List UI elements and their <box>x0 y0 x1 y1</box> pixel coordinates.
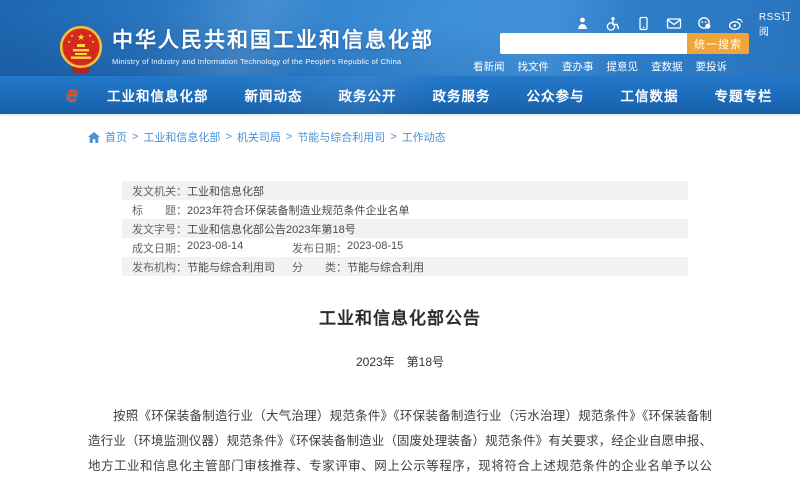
site-brand: 中华人民共和国工业和信息化部 Ministry of Industry and … <box>112 29 434 66</box>
breadcrumb-miit[interactable]: 工业和信息化部 <box>143 129 220 145</box>
meta-value: 节能与综合利用 <box>347 259 424 275</box>
site-header: ★ ★ ★ ★ ★ 中华人民共和国工业和信息化部 Ministry of Ind… <box>0 0 800 76</box>
meta-row-publisher: 发布机构： 节能与综合利用司 分 类： 节能与综合利用 <box>122 257 688 276</box>
breadcrumb-separator: > <box>390 131 396 143</box>
meta-value: 工业和信息化部 <box>187 183 264 199</box>
article-doc-number: 2023年 第18号 <box>0 353 800 370</box>
meta-label: 发文机关： <box>132 183 187 199</box>
quick-link-data[interactable]: 查数据 <box>651 59 683 74</box>
wechat-icon[interactable] <box>697 15 713 31</box>
nav-item-topics[interactable]: 专题专栏 <box>715 89 773 104</box>
meta-label: 发布机构： <box>132 259 187 275</box>
nav-item-miit[interactable]: 工业和信息化部 <box>107 89 209 104</box>
meta-label: 发文字号： <box>132 221 187 237</box>
breadcrumb-work-updates[interactable]: 工作动态 <box>402 129 446 145</box>
svg-text:★: ★ <box>77 32 85 42</box>
quick-link-documents[interactable]: 找文件 <box>518 59 550 74</box>
breadcrumb: 首页 > 工业和信息化部 > 机关司局 > 节能与综合利用司 > 工作动态 <box>88 129 800 145</box>
quick-link-feedback[interactable]: 提意见 <box>607 59 639 74</box>
meta-value: 工业和信息化部公告2023年第18号 <box>187 221 356 237</box>
unified-search-button[interactable]: 统一搜索 <box>687 33 749 54</box>
breadcrumb-separator: > <box>225 131 231 143</box>
nav-item-data[interactable]: 工信数据 <box>621 89 679 104</box>
meta-row-dates: 成文日期： 2023-08-14 发布日期： 2023-08-15 <box>122 238 688 257</box>
article-body: 按照《环保装备制造行业（大气治理）规范条件》《环保装备制造行业（污水治理）规范条… <box>88 404 712 482</box>
svg-text:★: ★ <box>70 33 74 38</box>
elder-mode-icon[interactable] <box>575 15 590 31</box>
mail-icon[interactable] <box>666 15 682 31</box>
svg-text:★: ★ <box>91 39 95 44</box>
meta-value: 2023年符合环保装备制造业规范条件企业名单 <box>187 202 409 218</box>
home-icon <box>88 132 100 143</box>
national-emblem-icon: ★ ★ ★ ★ ★ <box>59 25 103 80</box>
weibo-icon[interactable] <box>728 15 744 31</box>
nav-menu: 工业和信息化部 新闻动态 政务公开 政务服务 公众参与 工信数据 专题专栏 <box>107 76 773 114</box>
nav-item-news[interactable]: 新闻动态 <box>245 89 303 104</box>
rss-subscribe-link[interactable]: RSS订阅 <box>759 8 800 38</box>
meta-row-title: 标 题： 2023年符合环保装备制造业规范条件企业名单 <box>122 200 688 219</box>
meta-label: 标 题： <box>132 202 187 218</box>
document-meta-table: 发文机关： 工业和信息化部 标 题： 2023年符合环保装备制造业规范条件企业名… <box>122 181 688 276</box>
site-subtitle: Ministry of Industry and Information Tec… <box>112 57 434 66</box>
meta-label: 分 类： <box>292 259 347 275</box>
breadcrumb-home[interactable]: 首页 <box>105 129 127 145</box>
mobile-icon[interactable] <box>636 15 651 31</box>
meta-value: 节能与综合利用司 <box>187 259 275 275</box>
miit-e-logo-icon[interactable]: e <box>66 81 78 107</box>
accessibility-icon[interactable] <box>605 15 620 31</box>
meta-row-doc-number: 发文字号： 工业和信息化部公告2023年第18号 <box>122 219 688 238</box>
nav-item-gov-info[interactable]: 政务公开 <box>339 89 397 104</box>
meta-value: 2023-08-14 <box>187 240 243 256</box>
breadcrumb-separator: > <box>286 131 292 143</box>
header-quick-links: 看新闻 找文件 查办事 提意见 查数据 要投诉 <box>473 59 727 74</box>
meta-value: 2023-08-15 <box>347 240 403 256</box>
breadcrumb-departments[interactable]: 机关司局 <box>237 129 281 145</box>
meta-label: 发布日期： <box>292 240 347 256</box>
nav-item-participation[interactable]: 公众参与 <box>527 89 585 104</box>
article-title: 工业和信息化部公告 <box>0 304 800 329</box>
breadcrumb-separator: > <box>132 131 138 143</box>
search-bar: 统一搜索 <box>500 33 749 54</box>
quick-link-complaint[interactable]: 要投诉 <box>696 59 728 74</box>
meta-label: 成文日期： <box>132 240 187 256</box>
svg-text:★: ★ <box>67 39 71 44</box>
site-title: 中华人民共和国工业和信息化部 <box>112 29 434 53</box>
svg-text:★: ★ <box>88 33 92 38</box>
search-input[interactable] <box>500 33 687 54</box>
quick-link-services[interactable]: 查办事 <box>562 59 594 74</box>
meta-row-issuing-authority: 发文机关： 工业和信息化部 <box>122 181 688 200</box>
main-nav: e 工业和信息化部 新闻动态 政务公开 政务服务 公众参与 工信数据 专题专栏 <box>0 76 800 114</box>
article-paragraph: 按照《环保装备制造行业（大气治理）规范条件》《环保装备制造行业（污水治理）规范条… <box>88 404 712 482</box>
nav-item-gov-services[interactable]: 政务服务 <box>433 89 491 104</box>
breadcrumb-energy-dept[interactable]: 节能与综合利用司 <box>297 129 385 145</box>
quick-link-news[interactable]: 看新闻 <box>473 59 505 74</box>
